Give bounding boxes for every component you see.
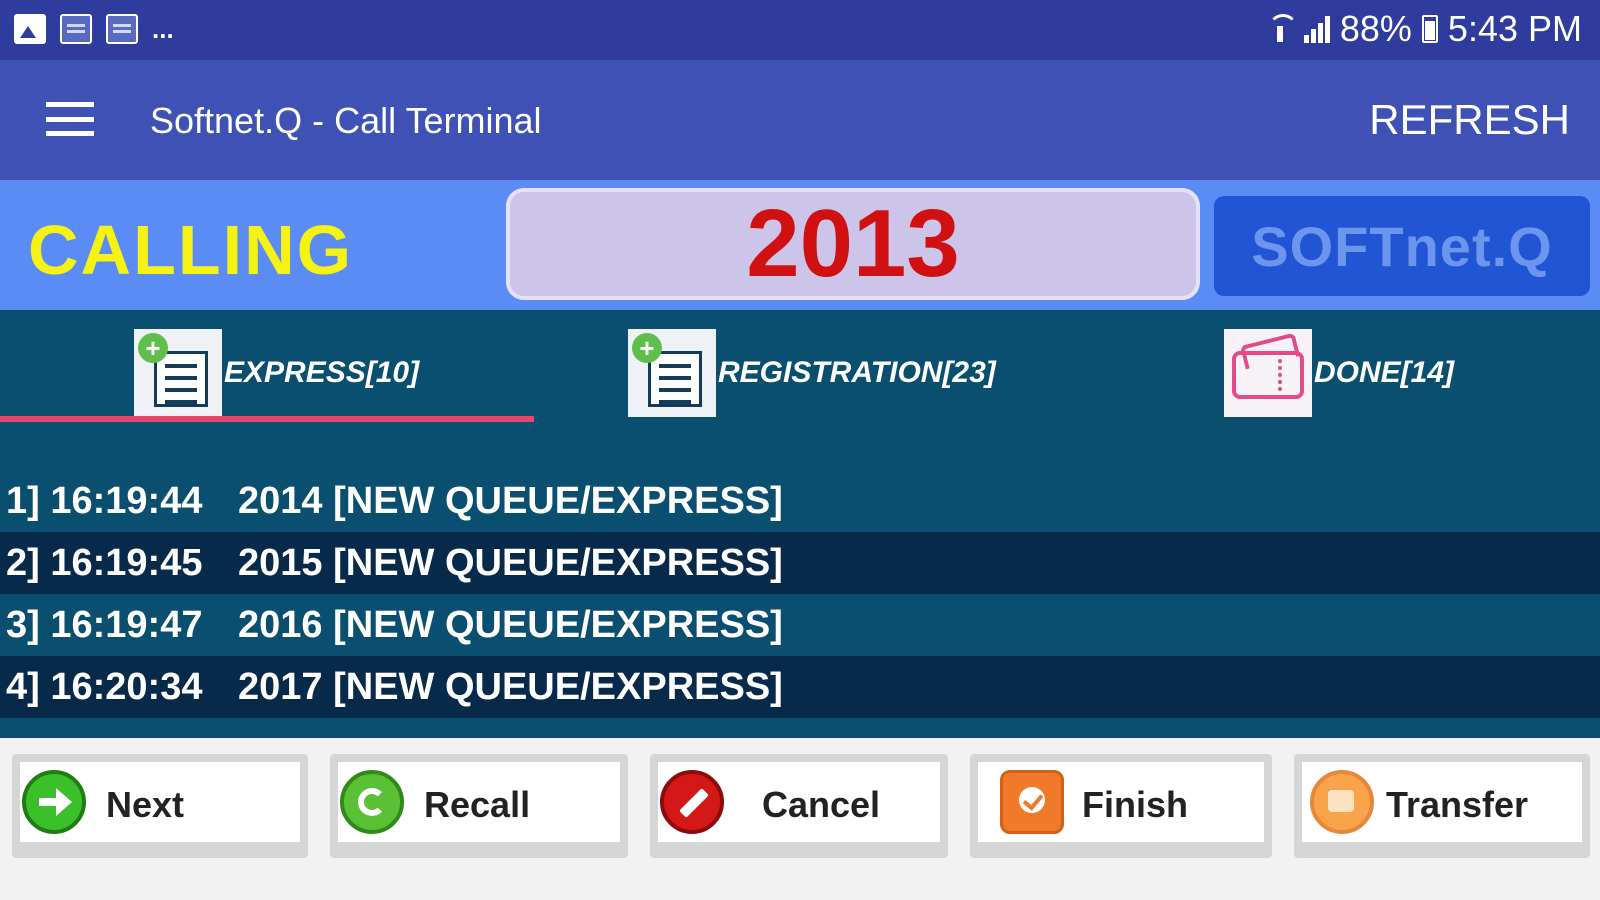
cancel-button-label: Cancel xyxy=(762,784,881,825)
wifi-icon xyxy=(1266,14,1298,44)
cancel-button[interactable]: Cancel xyxy=(650,754,948,858)
list-item[interactable]: 4] 16:20:34 2017 [NEW QUEUE/EXPRESS] xyxy=(0,656,1600,718)
next-button-label: Next xyxy=(106,784,185,825)
add-list-icon: + xyxy=(628,329,716,417)
row-time: 16:19:47 xyxy=(50,603,203,646)
app-bar: Softnet.Q - Call Terminal REFRESH xyxy=(0,60,1600,180)
row-time: 16:19:45 xyxy=(50,541,203,584)
transfer-button-label: Transfer xyxy=(1386,784,1529,825)
battery-icon xyxy=(1421,15,1438,43)
list-item[interactable]: 2] 16:19:45 2015 [NEW QUEUE/EXPRESS] xyxy=(0,532,1600,594)
ticket-icon xyxy=(1224,329,1312,417)
current-ticket-box: 2013 xyxy=(506,188,1200,300)
status-bar: ... 88% 5:43 PM xyxy=(0,0,1600,60)
row-index: 3] xyxy=(6,603,40,646)
transfer-icon xyxy=(1310,770,1374,834)
signal-icon xyxy=(1303,15,1330,43)
brand-logo-text: SOFTnet.Q xyxy=(1251,214,1553,278)
refresh-button[interactable]: REFRESH xyxy=(1369,96,1570,144)
finish-check-icon xyxy=(1000,770,1064,834)
calling-label: CALLING xyxy=(28,211,354,289)
tab-express[interactable]: + EXPRESS[10] xyxy=(134,328,419,418)
transfer-button[interactable]: Transfer xyxy=(1294,754,1590,858)
queue-list: 1] 16:19:44 2014 [NEW QUEUE/EXPRESS] 2] … xyxy=(0,434,1600,738)
row-description: 2014 [NEW QUEUE/EXPRESS] xyxy=(238,479,783,522)
clock: 5:43 PM xyxy=(1447,8,1582,49)
notification-icon xyxy=(60,14,92,44)
cancel-icon xyxy=(660,770,724,834)
tab-label: REGISTRATION[23] xyxy=(718,356,996,389)
list-item[interactable]: 3] 16:19:47 2016 [NEW QUEUE/EXPRESS] xyxy=(0,594,1600,656)
recall-icon xyxy=(340,770,404,834)
queue-tabs: + EXPRESS[10] + REGISTRATION[23] DONE[14… xyxy=(0,310,1600,434)
recall-button[interactable]: Recall xyxy=(330,754,628,858)
notification-icons: ... xyxy=(14,14,174,44)
row-description: 2016 [NEW QUEUE/EXPRESS] xyxy=(238,603,783,646)
battery-percent: 88% xyxy=(1339,8,1412,49)
brand-logo: SOFTnet.Q xyxy=(1214,196,1590,296)
image-icon xyxy=(14,14,46,44)
tab-label: DONE[14] xyxy=(1314,356,1455,389)
finish-button[interactable]: Finish xyxy=(970,754,1272,858)
arrow-right-icon xyxy=(22,770,86,834)
notification-icon xyxy=(106,14,138,44)
selected-tab-indicator xyxy=(0,416,534,422)
menu-icon[interactable] xyxy=(46,102,94,136)
system-status: 88% 5:43 PM xyxy=(1266,8,1582,50)
row-time: 16:20:34 xyxy=(50,665,203,708)
tab-done[interactable]: DONE[14] xyxy=(1224,328,1454,418)
tab-registration[interactable]: + REGISTRATION[23] xyxy=(628,328,996,418)
calling-banner: CALLING 2013 SOFTnet.Q xyxy=(0,180,1600,310)
finish-button-label: Finish xyxy=(1082,784,1188,825)
add-list-icon: + xyxy=(134,329,222,417)
action-bar: Next Recall Cancel Finish Transfer xyxy=(0,738,1600,900)
more-notifications: ... xyxy=(152,14,174,44)
row-description: 2017 [NEW QUEUE/EXPRESS] xyxy=(238,665,783,708)
row-index: 2] xyxy=(6,541,40,584)
row-index: 4] xyxy=(6,665,40,708)
tab-label: EXPRESS[10] xyxy=(224,356,420,389)
next-button[interactable]: Next xyxy=(12,754,308,858)
recall-button-label: Recall xyxy=(424,784,531,825)
row-index: 1] xyxy=(6,479,40,522)
row-description: 2015 [NEW QUEUE/EXPRESS] xyxy=(238,541,783,584)
current-ticket-number: 2013 xyxy=(746,190,960,297)
row-time: 16:19:44 xyxy=(50,479,203,522)
app-title: Softnet.Q - Call Terminal xyxy=(150,100,542,141)
list-item[interactable]: 1] 16:19:44 2014 [NEW QUEUE/EXPRESS] xyxy=(0,470,1600,532)
